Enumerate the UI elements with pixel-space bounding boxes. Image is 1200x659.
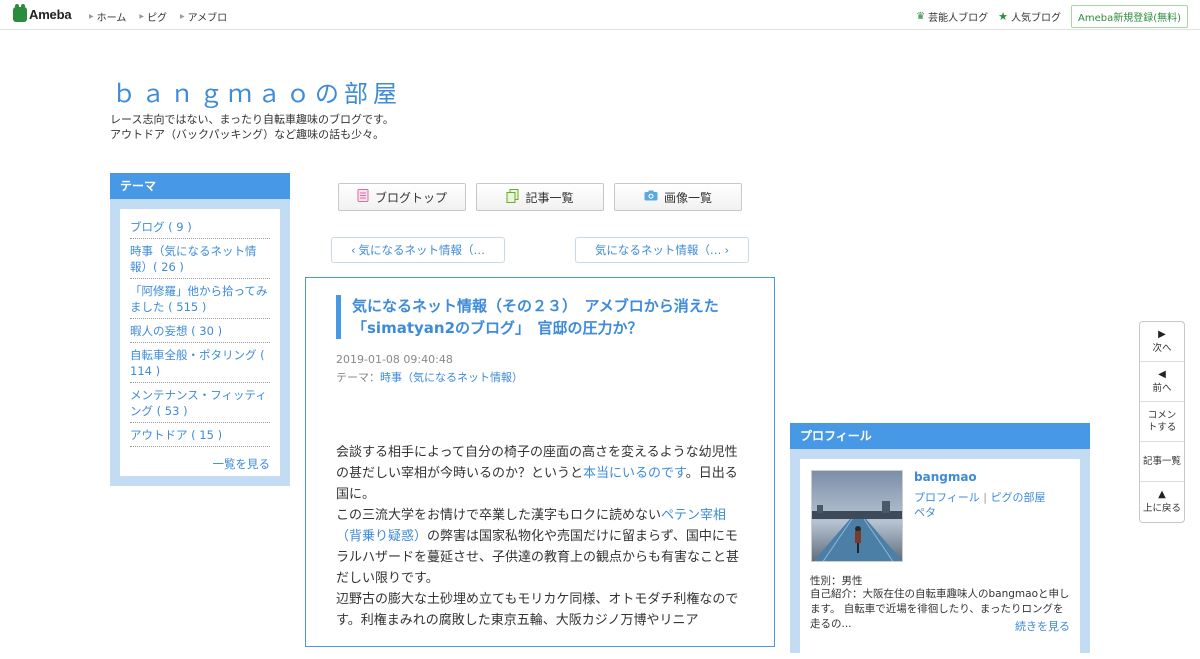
triangle-up-icon: ▲ bbox=[1158, 489, 1166, 500]
chevron-left-icon: ‹ bbox=[350, 243, 356, 257]
theme-item[interactable]: 「阿修羅」他から拾ってみました ( 515 ) bbox=[130, 283, 270, 319]
theme-item[interactable]: 時事（気になるネット情報）( 26 ) bbox=[130, 243, 270, 279]
article-theme-label: テーマ： bbox=[336, 371, 380, 384]
blog-top-button[interactable]: ブログトップ bbox=[338, 183, 466, 211]
entry-list-button[interactable]: 記事一覧 bbox=[476, 183, 604, 211]
nav-pigg[interactable]: ▶ ピグ bbox=[139, 9, 167, 24]
profile-heading: プロフィール bbox=[790, 423, 1090, 449]
crown-icon: ♛ bbox=[916, 11, 926, 22]
pigg-room-link[interactable]: ピグの部屋 bbox=[990, 491, 1045, 504]
blog-top-label: ブログトップ bbox=[374, 190, 447, 205]
article-paragraph: 辺野古の膨大な土砂埋め立てもモリカケ同様、オトモダチ利権なのです。利権まみれの腐… bbox=[336, 592, 739, 628]
article-body: 会談する相手によって自分の椅子の座面の高さを変えるような幼児性の甚だしい宰相が今… bbox=[336, 442, 746, 631]
chevron-right-icon: ▶ bbox=[89, 13, 94, 20]
comment-button[interactable]: コメントする bbox=[1140, 402, 1184, 442]
profile-panel: プロフィール bangmao プロフィール | ピグの部屋 ペタ 性別：男性 自… bbox=[790, 423, 1090, 659]
global-nav: ▶ ホーム ▶ ピグ ▶ アメブロ bbox=[89, 9, 240, 24]
next-entry-label: 気になるネット情報（… bbox=[594, 243, 722, 257]
profile-card: bangmao プロフィール | ピグの部屋 ペタ 性別：男性 自己紹介：大阪在… bbox=[800, 459, 1080, 659]
logo-text: Ameba bbox=[29, 7, 72, 22]
prev-label: 前へ bbox=[1152, 382, 1172, 394]
signup-button[interactable]: Ameba新規登録(無料) bbox=[1070, 5, 1188, 28]
chevron-right-icon: › bbox=[724, 243, 730, 257]
link-separator: | bbox=[979, 491, 991, 504]
avatar[interactable] bbox=[811, 470, 903, 562]
theme-item[interactable]: メンテナンス・フィッティング ( 53 ) bbox=[130, 387, 270, 423]
global-header: Ameba ▶ ホーム ▶ ピグ ▶ アメブロ ♛ 芸能人ブログ ★ 人気ブログ Ameb… bbox=[0, 0, 1200, 30]
play-left-icon: ◀ bbox=[1158, 368, 1166, 380]
ameba-logo[interactable]: Ameba bbox=[13, 4, 72, 22]
article-link[interactable]: 本当にいるのです bbox=[583, 466, 686, 481]
blog-description-line: レース志向ではない、まったり自転車趣味のブログです。 bbox=[110, 113, 394, 126]
celebrity-blog-label: 芸能人ブログ bbox=[928, 13, 989, 24]
theme-list: ブログ ( 9 ) 時事（気になるネット情報）( 26 ) 「阿修羅」他から拾っ… bbox=[120, 209, 280, 476]
theme-panel: テーマ ブログ ( 9 ) 時事（気になるネット情報）( 26 ) 「阿修羅」他… bbox=[110, 173, 290, 486]
header-right: ♛ 芸能人ブログ ★ 人気ブログ Ameba新規登録(無料) bbox=[916, 5, 1188, 28]
article: 気になるネット情報（その２３） アメブロから消えた「simatyan2のブログ」… bbox=[305, 277, 775, 647]
article-theme: テーマ：時事（気になるネット情報） bbox=[336, 369, 523, 385]
nav-ameblo[interactable]: ▶ アメブロ bbox=[180, 9, 227, 24]
nav-ameblo-label: アメブロ bbox=[187, 13, 228, 24]
profile-more-link[interactable]: 続きを見る bbox=[1011, 618, 1070, 634]
article-date: 2019-01-08 09:40:48 bbox=[336, 353, 453, 366]
prev-button[interactable]: ◀ 前へ bbox=[1140, 362, 1184, 402]
prev-entry-link[interactable]: ‹ 気になるネット情報（… bbox=[331, 237, 505, 263]
nav-home-label: ホーム bbox=[96, 13, 127, 24]
article-paragraph: 会談する相手によって自分の椅子の座面の高さを変えるような幼児性の甚だしい宰相が今… bbox=[336, 442, 746, 505]
nav-home[interactable]: ▶ ホーム bbox=[89, 9, 126, 24]
chevron-right-icon: ▶ bbox=[139, 13, 144, 20]
article-title[interactable]: 気になるネット情報（その２３） アメブロから消えた「simatyan2のブログ」… bbox=[336, 295, 746, 339]
celebrity-blog-link[interactable]: ♛ 芸能人ブログ bbox=[916, 9, 988, 24]
back-to-top-button[interactable]: ▲ 上に戻る bbox=[1140, 482, 1184, 522]
entry-list-label: 記事一覧 bbox=[525, 190, 574, 205]
image-list-label: 画像一覧 bbox=[663, 190, 712, 205]
next-label: 次へ bbox=[1152, 342, 1172, 354]
entries-button[interactable]: 記事一覧 bbox=[1140, 442, 1184, 482]
profile-name[interactable]: bangmao bbox=[914, 470, 977, 484]
blog-description: レース志向ではない、まったり自転車趣味のブログです。 アウトドア（バックパッキン… bbox=[110, 112, 394, 142]
profile-gender: 性別：男性 bbox=[810, 575, 863, 587]
article-text: この三流大学をお情けで卒業した漢字もロクに読めない bbox=[336, 508, 662, 523]
theme-heading: テーマ bbox=[110, 173, 290, 199]
document-icon bbox=[357, 189, 369, 205]
theme-more-link[interactable]: 一覧を見る bbox=[130, 456, 271, 472]
floating-nav: ▶ 次へ ◀ 前へ コメントする 記事一覧 ▲ 上に戻る bbox=[1139, 321, 1185, 523]
ameba-logo-icon bbox=[13, 4, 27, 22]
next-entry-link[interactable]: 気になるネット情報（… › bbox=[575, 237, 749, 263]
theme-item[interactable]: ブログ ( 9 ) bbox=[130, 219, 270, 239]
theme-item[interactable]: 自転車全般・ポタリング ( 114 ) bbox=[130, 347, 270, 383]
blog-description-line: アウトドア（バックパッキング）など趣味の話も少々。 bbox=[110, 128, 385, 141]
prev-entry-label: 気になるネット情報（… bbox=[358, 243, 486, 257]
theme-item[interactable]: 暇人の妄想 ( 30 ) bbox=[130, 323, 270, 343]
comment-label: コメントする bbox=[1147, 409, 1177, 433]
profile-links: プロフィール | ピグの部屋 ペタ bbox=[914, 490, 1064, 520]
image-list-button[interactable]: 画像一覧 bbox=[614, 183, 742, 211]
back-to-top-label: 上に戻る bbox=[1142, 503, 1181, 514]
next-button[interactable]: ▶ 次へ bbox=[1140, 322, 1184, 362]
entries-label: 記事一覧 bbox=[1142, 455, 1181, 467]
camera-icon bbox=[644, 190, 658, 204]
article-theme-link[interactable]: 時事（気になるネット情報） bbox=[380, 371, 523, 384]
nav-pigg-label: ピグ bbox=[146, 13, 167, 24]
article-paragraph: この三流大学をお情けで卒業した漢字もロクに読めないペテン宰相（背乗り疑惑）の弊害… bbox=[336, 505, 746, 589]
theme-item[interactable]: アウトドア ( 15 ) bbox=[130, 427, 270, 447]
profile-link[interactable]: プロフィール bbox=[914, 491, 980, 504]
chevron-right-icon: ▶ bbox=[179, 13, 185, 20]
popular-blog-link[interactable]: ★ 人気ブログ bbox=[998, 9, 1061, 24]
blog-title[interactable]: ｂａｎｇｍａｏの部屋 bbox=[112, 74, 402, 109]
play-right-icon: ▶ bbox=[1158, 328, 1166, 340]
peta-link[interactable]: ペタ bbox=[914, 506, 936, 519]
popular-blog-label: 人気ブログ bbox=[1010, 13, 1061, 24]
star-icon: ★ bbox=[998, 10, 1008, 23]
copy-icon bbox=[506, 188, 519, 206]
